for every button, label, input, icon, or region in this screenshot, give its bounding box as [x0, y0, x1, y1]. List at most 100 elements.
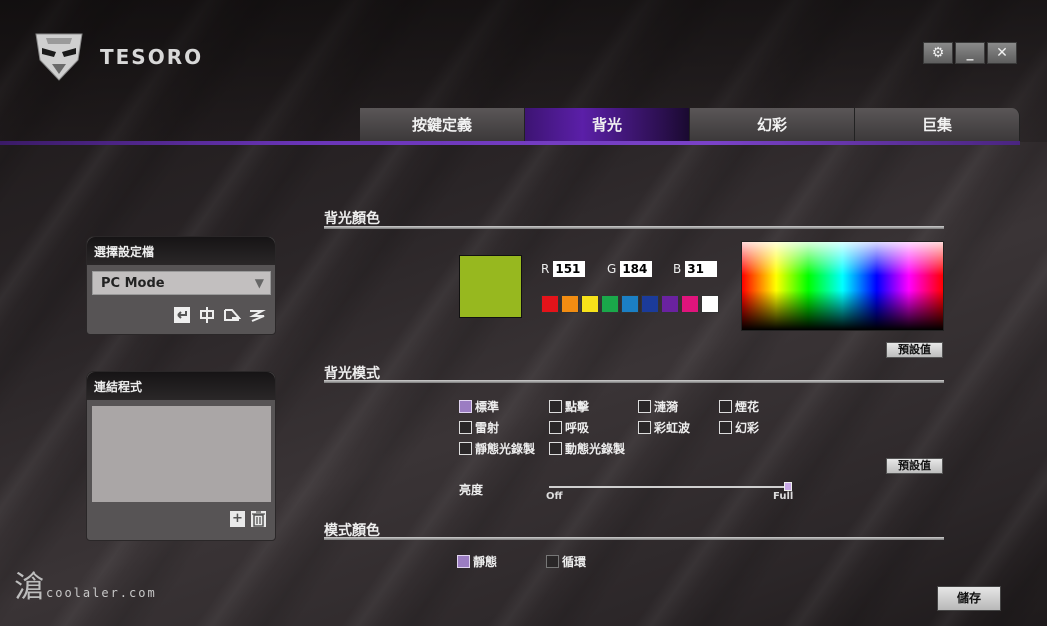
link-program-panel: 連結程式 + — [86, 371, 276, 541]
mode-dynamic-record[interactable]: 動態光錄製 — [549, 440, 625, 457]
mode-laser[interactable]: 雷射 — [459, 419, 499, 436]
save-button[interactable]: 儲存 — [937, 586, 1001, 611]
green-channel: G 184 — [607, 261, 653, 277]
preset-color-chip[interactable] — [701, 295, 719, 313]
main-tabs: 按鍵定義 背光 幻彩 巨集 — [360, 108, 1020, 141]
delete-trash-icon[interactable] — [251, 511, 266, 527]
checkbox[interactable] — [459, 400, 472, 413]
option-label: 呼吸 — [565, 421, 590, 435]
option-label: 漣漪 — [654, 400, 679, 414]
window-controls: ⚙ _ ✕ — [923, 42, 1017, 64]
brightness-label: 亮度 — [459, 483, 484, 497]
red-channel: R 151 — [541, 261, 586, 277]
profile-panel-title: 選擇設定檔 — [87, 237, 275, 265]
mode-spectrum[interactable]: 幻彩 — [719, 419, 759, 436]
option-label: 靜態 — [473, 555, 498, 569]
blue-channel: B 31 — [673, 261, 718, 277]
section-divider — [324, 537, 944, 540]
checkbox[interactable] — [638, 421, 651, 434]
preset-color-chip[interactable] — [601, 295, 619, 313]
blue-label: B — [673, 262, 682, 276]
option-label: 循環 — [562, 555, 587, 569]
brand-logo: TESORO — [32, 30, 203, 84]
mode-color-cycle[interactable]: 循環 — [546, 553, 586, 570]
checkbox[interactable] — [549, 421, 562, 434]
preset-color-chip[interactable] — [621, 295, 639, 313]
checkbox[interactable] — [459, 442, 472, 455]
option-label: 靜態光錄製 — [475, 442, 536, 456]
brightness-max-label: Full — [773, 491, 794, 502]
option-label: 雷射 — [475, 421, 500, 435]
mode-color-static[interactable]: 靜態 — [457, 553, 497, 570]
add-program-icon[interactable]: + — [230, 511, 245, 527]
profile-select[interactable]: PC Mode ▼ — [92, 271, 271, 295]
brightness-slider-track[interactable] — [549, 486, 789, 488]
checkbox[interactable] — [638, 400, 651, 413]
option-label: 動態光錄製 — [565, 442, 626, 456]
tab-key-assignment[interactable]: 按鍵定義 — [360, 108, 525, 141]
green-input[interactable]: 184 — [620, 261, 653, 277]
profile-reset-icon[interactable] — [248, 306, 266, 324]
profile-switch-icon[interactable] — [173, 306, 191, 324]
mode-breathing[interactable]: 呼吸 — [549, 419, 589, 436]
preset-color-chip[interactable] — [541, 295, 559, 313]
blue-input[interactable]: 31 — [685, 261, 718, 277]
settings-gear-icon[interactable]: ⚙ — [923, 42, 953, 64]
current-color-swatch — [459, 255, 522, 318]
checkbox[interactable] — [459, 421, 472, 434]
checkbox[interactable] — [549, 400, 562, 413]
chevron-down-icon: ▼ — [254, 276, 264, 290]
preset-color-chip[interactable] — [641, 295, 659, 313]
mode-ripple[interactable]: 漣漪 — [638, 398, 678, 415]
section-divider — [324, 226, 944, 229]
option-label: 標準 — [475, 400, 500, 414]
checkbox[interactable] — [457, 555, 470, 568]
brightness-slider-thumb[interactable] — [784, 482, 792, 491]
mode-fireworks[interactable]: 煙花 — [719, 398, 759, 415]
watermark-glyph: 滄 — [14, 570, 44, 605]
option-label: 彩虹波 — [654, 421, 691, 435]
red-input[interactable]: 151 — [553, 261, 586, 277]
checkbox[interactable] — [546, 555, 559, 568]
tesoro-mask-icon — [35, 33, 83, 81]
watermark: 滄 coolaler.com — [14, 573, 157, 603]
profile-toolbar — [173, 306, 266, 324]
mode-click[interactable]: 點擊 — [549, 398, 589, 415]
preset-color-chip[interactable] — [661, 295, 679, 313]
tab-underline — [0, 141, 1020, 145]
section-divider — [324, 380, 944, 383]
checkbox[interactable] — [719, 421, 732, 434]
mode-standard[interactable]: 標準 — [459, 398, 499, 415]
preset-color-chip[interactable] — [561, 295, 579, 313]
link-program-title: 連結程式 — [87, 372, 275, 400]
tab-backlight[interactable]: 背光 — [525, 108, 690, 141]
profile-panel: 選擇設定檔 PC Mode ▼ — [86, 236, 276, 335]
tab-spectrum[interactable]: 幻彩 — [690, 108, 855, 141]
mode-default-button[interactable]: 預設值 — [886, 458, 943, 474]
profile-export-icon[interactable] — [223, 306, 242, 324]
red-label: R — [541, 262, 550, 276]
mode-rainbow-wave[interactable]: 彩虹波 — [638, 419, 690, 436]
checkbox[interactable] — [719, 400, 732, 413]
logo-text: TESORO — [100, 45, 204, 69]
option-label: 點擊 — [565, 400, 590, 414]
watermark-text: coolaler.com — [46, 586, 157, 600]
link-program-toolbar: + — [230, 511, 266, 527]
checkbox[interactable] — [549, 442, 562, 455]
brightness-min-label: Off — [546, 491, 563, 502]
mode-static-record[interactable]: 靜態光錄製 — [459, 440, 535, 457]
preset-color-chip[interactable] — [681, 295, 699, 313]
linked-program-list[interactable] — [92, 406, 271, 502]
tab-macro[interactable]: 巨集 — [855, 108, 1020, 141]
profile-select-value: PC Mode — [101, 275, 165, 291]
option-label: 煙花 — [735, 400, 760, 414]
close-button[interactable]: ✕ — [987, 42, 1017, 64]
color-spectrum-picker[interactable] — [741, 241, 944, 331]
preset-color-chip[interactable] — [581, 295, 599, 313]
backlight-color-title: 背光顏色 — [324, 211, 380, 227]
green-label: G — [607, 262, 617, 276]
preset-color-palette — [541, 295, 719, 313]
profile-import-icon[interactable] — [198, 306, 216, 324]
color-default-button[interactable]: 預設值 — [886, 342, 943, 358]
minimize-button[interactable]: _ — [955, 42, 985, 64]
